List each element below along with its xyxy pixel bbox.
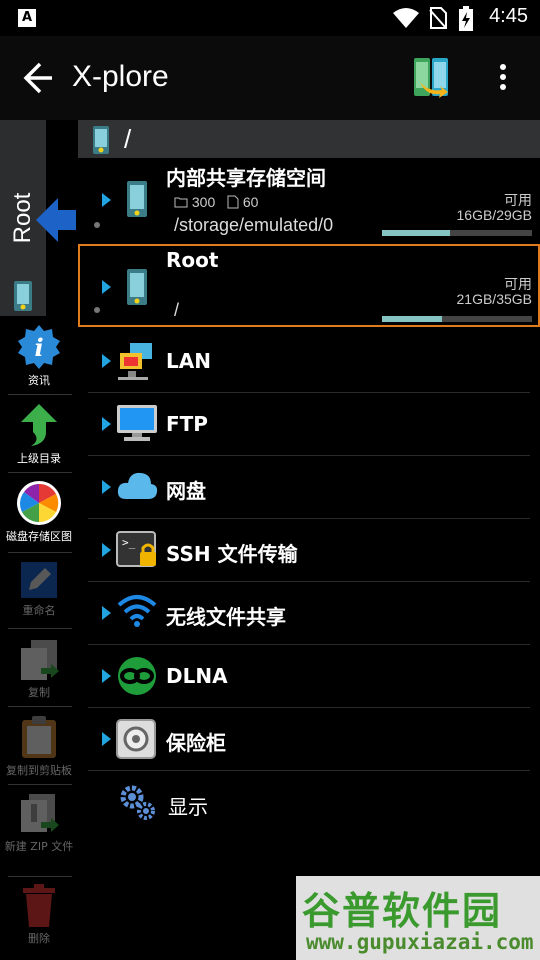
up-arrow-icon	[21, 404, 57, 446]
pane-arrow-icon	[36, 198, 76, 242]
entry-ssh[interactable]: >_ SSH 文件传输	[78, 519, 540, 582]
entry-display[interactable]: 显示	[78, 771, 540, 834]
info-button[interactable]: i 资讯	[2, 324, 76, 388]
folder-count-value: 300	[191, 194, 216, 210]
parent-folder-button[interactable]: 上级目录	[2, 402, 76, 466]
volume-internal-storage[interactable]: 内部共享存储空间 300 60 /storage/emulated/0 可用 1…	[78, 158, 540, 238]
delete-label: 删除	[28, 932, 50, 945]
entry-label: 保险柜	[166, 731, 226, 755]
entry-cloud[interactable]: 网盘	[78, 456, 540, 519]
copy-to-clipboard-button[interactable]: 复制到剪贴板	[2, 714, 76, 778]
no-sim-icon	[429, 7, 447, 29]
parent-folder-label: 上级目录	[17, 452, 61, 465]
dlna-icon	[118, 657, 156, 695]
app-notification-icon: A	[18, 9, 36, 27]
copy-label: 复制	[28, 686, 50, 699]
phone-storage-icon	[14, 281, 32, 311]
volume-size: 16GB/29GB	[456, 207, 533, 223]
left-toolbar: Root i 资讯 上级目录 磁盘存储区图 重命名 复制 复制到剪贴板 新建 Z…	[0, 120, 78, 960]
vault-safe-icon	[116, 719, 156, 759]
folder-count: 300 60	[174, 194, 258, 210]
current-path: /	[124, 124, 132, 154]
copy-button[interactable]: 复制	[2, 638, 76, 700]
zip-file-icon	[21, 794, 59, 832]
entry-label: LAN	[166, 349, 211, 373]
usage-bar-fill	[382, 316, 442, 322]
phone-storage-icon	[93, 126, 109, 154]
phone-storage-icon	[127, 181, 147, 217]
new-zip-label: 新建 ZIP 文件	[4, 840, 74, 853]
entry-dlna[interactable]: DLNA	[78, 645, 540, 708]
file-icon	[227, 195, 239, 209]
svg-text:>_: >_	[122, 536, 136, 549]
watermark-title: 谷普软件园	[302, 889, 503, 933]
entry-label: FTP	[166, 412, 208, 436]
root-pane-tab-label: Root	[9, 192, 36, 244]
ftp-monitor-icon	[117, 405, 157, 441]
disk-map-icon	[17, 481, 61, 525]
app-title: X-plore	[72, 60, 169, 93]
folder-icon	[174, 197, 188, 208]
new-zip-button[interactable]: 新建 ZIP 文件	[2, 792, 76, 854]
wifi-icon	[393, 8, 419, 28]
rename-button[interactable]: 重命名	[2, 560, 76, 618]
copy-icon	[21, 640, 59, 680]
back-arrow-icon[interactable]	[20, 58, 56, 98]
delete-button[interactable]: 删除	[2, 884, 76, 946]
copy-to-clipboard-label: 复制到剪贴板	[6, 764, 72, 777]
path-bar[interactable]: /	[78, 120, 540, 158]
entry-label: 显示	[168, 795, 208, 819]
disk-map-label: 磁盘存储区图	[6, 530, 72, 543]
cloud-icon	[117, 472, 158, 499]
info-icon: i	[18, 325, 60, 369]
info-button-label: 资讯	[28, 374, 50, 387]
entry-vault[interactable]: 保险柜	[78, 708, 540, 771]
usage-bar	[382, 316, 532, 322]
svg-text:i: i	[34, 333, 43, 362]
lan-icon	[118, 343, 152, 380]
volume-root[interactable]: Root / 可用 21GB/35GB	[78, 244, 540, 327]
trash-icon	[23, 884, 55, 927]
app-toolbar: X-plore	[0, 36, 540, 120]
overflow-menu-icon[interactable]	[496, 64, 510, 94]
usage-bar-fill	[382, 230, 450, 236]
terminal-lock-icon: >_	[116, 531, 156, 567]
file-count-value: 60	[242, 194, 259, 210]
gears-icon	[120, 785, 155, 820]
clipboard-icon	[22, 716, 56, 758]
entry-lan[interactable]: LAN	[78, 330, 540, 393]
rename-label: 重命名	[22, 604, 56, 617]
entry-ftp[interactable]: FTP	[78, 393, 540, 456]
volume-name: Root	[166, 248, 219, 272]
file-pane: / 内部共享存储空间 300 60 /storage/emulated/0 可用…	[78, 120, 540, 960]
usage-bar	[382, 230, 532, 236]
entry-label: DLNA	[166, 664, 228, 688]
volume-name: 内部共享存储空间	[166, 166, 326, 190]
disk-map-button[interactable]: 磁盘存储区图	[2, 480, 76, 544]
entry-label: 无线文件共享	[166, 605, 286, 629]
rename-icon	[21, 562, 57, 598]
wifi-share-icon	[117, 595, 157, 627]
entry-label: SSH 文件传输	[166, 542, 298, 566]
entry-wifi-share[interactable]: 无线文件共享	[78, 582, 540, 645]
clock: 4:45	[489, 5, 528, 27]
volume-size: 21GB/35GB	[456, 291, 533, 307]
switch-pane-icon[interactable]	[412, 56, 452, 102]
watermark-url: www.gupuxiazai.com	[306, 930, 534, 954]
volume-path: /storage/emulated/0	[174, 215, 334, 235]
phone-storage-icon	[127, 269, 147, 305]
volume-path: /	[174, 300, 180, 320]
status-bar: A 4:45	[0, 0, 540, 36]
site-watermark: 谷普软件园 www.gupuxiazai.com	[296, 876, 540, 960]
entry-label: 网盘	[166, 479, 206, 503]
battery-charging-icon	[459, 6, 473, 31]
